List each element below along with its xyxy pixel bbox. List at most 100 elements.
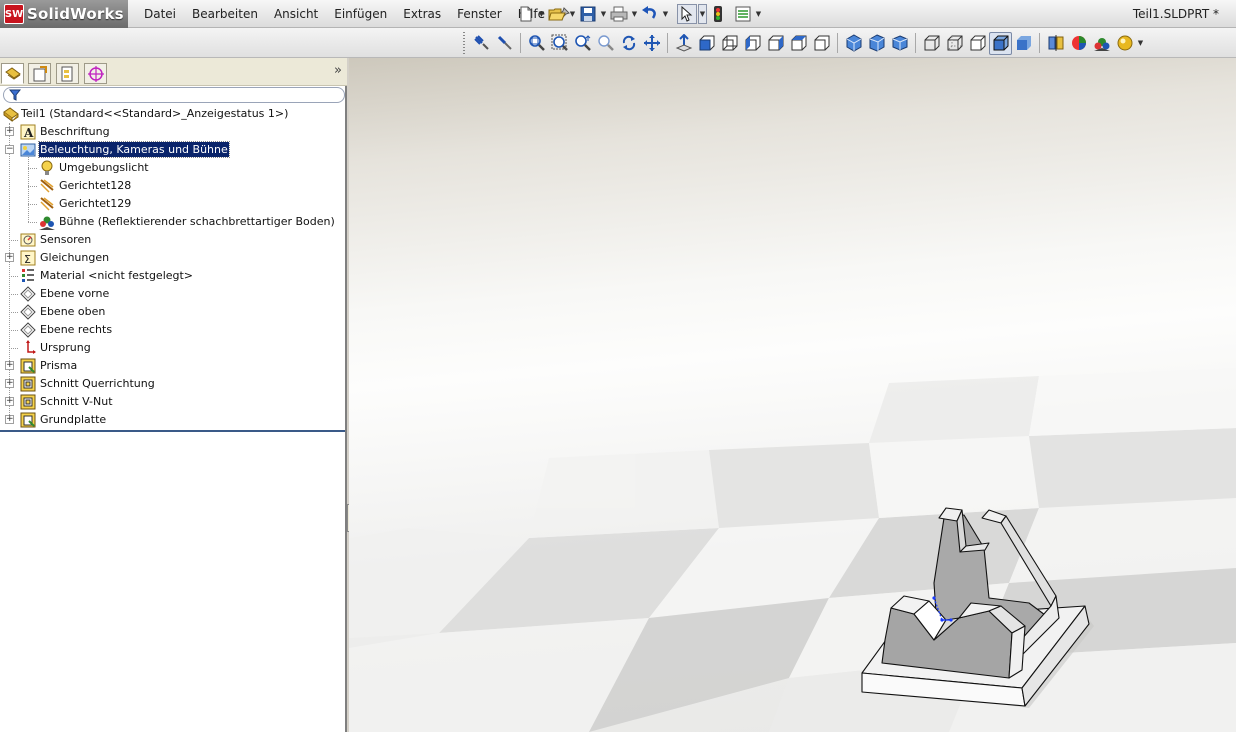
tree-item-umgebungslicht[interactable]: Umgebungslicht — [0, 159, 345, 177]
tree-item-grundplatte[interactable]: + Grundplatte — [0, 411, 345, 429]
collapse-toggle-icon[interactable]: − — [5, 145, 14, 154]
save-dropdown-icon[interactable]: ▼ — [599, 4, 608, 24]
undo-dropdown-icon[interactable]: ▼ — [661, 4, 670, 24]
tree-item-buehne[interactable]: Bühne (Reflektierender schachbrettartige… — [0, 213, 345, 231]
view-back-icon[interactable] — [718, 32, 741, 55]
solidworks-logo[interactable]: SW SolidWorks — [0, 0, 128, 28]
undo-icon[interactable] — [640, 4, 660, 24]
isometric-view-icon[interactable] — [842, 32, 865, 55]
print-icon[interactable] — [609, 4, 629, 24]
menu-einfuegen[interactable]: Einfügen — [326, 0, 395, 28]
new-document-dropdown-icon[interactable]: ▼ — [537, 4, 546, 24]
tree-item-label: Ebene vorne — [40, 287, 110, 300]
rotate-view-icon[interactable] — [617, 32, 640, 55]
view-top-icon[interactable] — [787, 32, 810, 55]
open-dropdown-icon[interactable]: ▼ — [568, 4, 577, 24]
zoom-to-selection-icon[interactable] — [594, 32, 617, 55]
zoom-in-out-icon[interactable] — [571, 32, 594, 55]
toolbar-separator — [520, 33, 521, 53]
view-bottom-icon[interactable] — [810, 32, 833, 55]
expand-toggle-icon[interactable]: + — [5, 415, 14, 424]
menu-datei[interactable]: Datei — [136, 0, 184, 28]
empty-toolbar-area — [2, 30, 457, 56]
tree-item-schnitt-querrichtung[interactable]: + Schnitt Querrichtung — [0, 375, 345, 393]
tree-item-gleichungen[interactable]: + Σ Gleichungen — [0, 249, 345, 267]
svg-text:A: A — [23, 126, 34, 140]
tree-item-ebene-rechts[interactable]: Ebene rechts — [0, 321, 345, 339]
feature-manager-panel: » Teil1 (Standard<<Standard>_Anzeigestat… — [0, 58, 347, 732]
tree-item-material[interactable]: Material <nicht festgelegt> — [0, 267, 345, 285]
options-dropdown-icon[interactable]: ▼ — [754, 4, 763, 24]
hidden-lines-visible-icon[interactable] — [943, 32, 966, 55]
expand-toggle-icon[interactable]: + — [5, 361, 14, 370]
appearance-icon[interactable] — [1067, 32, 1090, 55]
zoom-to-area-icon[interactable] — [548, 32, 571, 55]
new-document-icon[interactable] — [516, 4, 536, 24]
section-view-icon[interactable] — [1044, 32, 1067, 55]
trimetric-view-icon[interactable] — [865, 32, 888, 55]
scene-icon[interactable] — [1090, 32, 1113, 55]
tree-item-sensoren[interactable]: Sensoren — [0, 231, 345, 249]
tree-item-prisma[interactable]: + Prisma — [0, 357, 345, 375]
tree-guide — [9, 312, 18, 313]
view-front-icon[interactable] — [695, 32, 718, 55]
magnetic-pin-icon[interactable] — [470, 32, 493, 55]
expand-toggle-icon[interactable]: + — [5, 127, 14, 136]
realview-graphics-icon[interactable] — [1113, 32, 1136, 55]
menu-extras[interactable]: Extras — [395, 0, 449, 28]
tree-root-label: Teil1 (Standard<<Standard>_Anzeigestatus… — [21, 107, 289, 120]
tree-item-label: Schnitt Querrichtung — [40, 377, 155, 390]
open-folder-icon[interactable] — [547, 4, 567, 24]
equation-icon: Σ — [20, 250, 36, 266]
part-icon — [3, 106, 19, 122]
expand-toggle-icon[interactable]: + — [5, 253, 14, 262]
menu-fenster[interactable]: Fenster — [449, 0, 510, 28]
tree-item-ebene-oben[interactable]: Ebene oben — [0, 303, 345, 321]
tree-root[interactable]: Teil1 (Standard<<Standard>_Anzeigestatus… — [0, 105, 345, 123]
directional-light-icon — [39, 196, 55, 212]
tree-item-ursprung[interactable]: Ursprung — [0, 339, 345, 357]
view-left-icon[interactable] — [741, 32, 764, 55]
pan-icon[interactable] — [640, 32, 663, 55]
propertymanager-tab[interactable] — [28, 63, 51, 84]
main-menu: Datei Bearbeiten Ansicht Einfügen Extras… — [136, 0, 571, 28]
tree-item-beleuchtung[interactable]: − Beleuchtung, Kameras und Bühne — [0, 141, 345, 159]
toolbar-grip-icon[interactable] — [461, 32, 467, 54]
save-icon[interactable] — [578, 4, 598, 24]
rebuild-traffic-light-icon[interactable] — [708, 4, 728, 24]
realview-dropdown-icon[interactable]: ▼ — [1136, 33, 1145, 53]
tree-item-gerichtet128[interactable]: Gerichtet128 — [0, 177, 345, 195]
dimetric-view-icon[interactable] — [888, 32, 911, 55]
options-icon[interactable] — [733, 4, 753, 24]
dimxpert-tab[interactable] — [84, 63, 107, 84]
shaded-with-edges-icon[interactable] — [989, 31, 1012, 55]
zoom-to-fit-icon[interactable] — [525, 32, 548, 55]
scene-icon — [39, 214, 55, 230]
expand-toggle-icon[interactable]: + — [5, 379, 14, 388]
normal-to-icon[interactable] — [672, 32, 695, 55]
shaded-icon[interactable] — [1012, 32, 1035, 55]
featuremanager-tab[interactable] — [1, 63, 24, 84]
tree-item-ebene-vorne[interactable]: Ebene vorne — [0, 285, 345, 303]
expand-toggle-icon[interactable]: + — [5, 397, 14, 406]
select-pointer-icon[interactable] — [677, 4, 697, 24]
rollback-bar[interactable] — [0, 430, 345, 432]
pin-tool-icon[interactable] — [493, 32, 516, 55]
tree-item-gerichtet129[interactable]: Gerichtet129 — [0, 195, 345, 213]
view-right-icon[interactable] — [764, 32, 787, 55]
select-dropdown-icon[interactable]: ▼ — [698, 4, 707, 24]
tree-item-label: Beschriftung — [40, 125, 110, 138]
cut-extrude-icon — [20, 376, 36, 392]
menu-bearbeiten[interactable]: Bearbeiten — [184, 0, 266, 28]
menu-ansicht[interactable]: Ansicht — [266, 0, 326, 28]
expand-panel-icon[interactable]: » — [334, 63, 342, 78]
tree-item-beschriftung[interactable]: + A Beschriftung — [0, 123, 345, 141]
print-dropdown-icon[interactable]: ▼ — [630, 4, 639, 24]
graphics-viewport[interactable] — [349, 58, 1236, 732]
tree-filter-input[interactable] — [3, 87, 345, 103]
tree-item-schnitt-v-nut[interactable]: + Schnitt V-Nut — [0, 393, 345, 411]
configurationmanager-tab[interactable] — [56, 63, 79, 84]
tree-item-label: Ebene rechts — [40, 323, 113, 336]
wireframe-icon[interactable] — [920, 32, 943, 55]
hidden-lines-removed-icon[interactable] — [966, 32, 989, 55]
